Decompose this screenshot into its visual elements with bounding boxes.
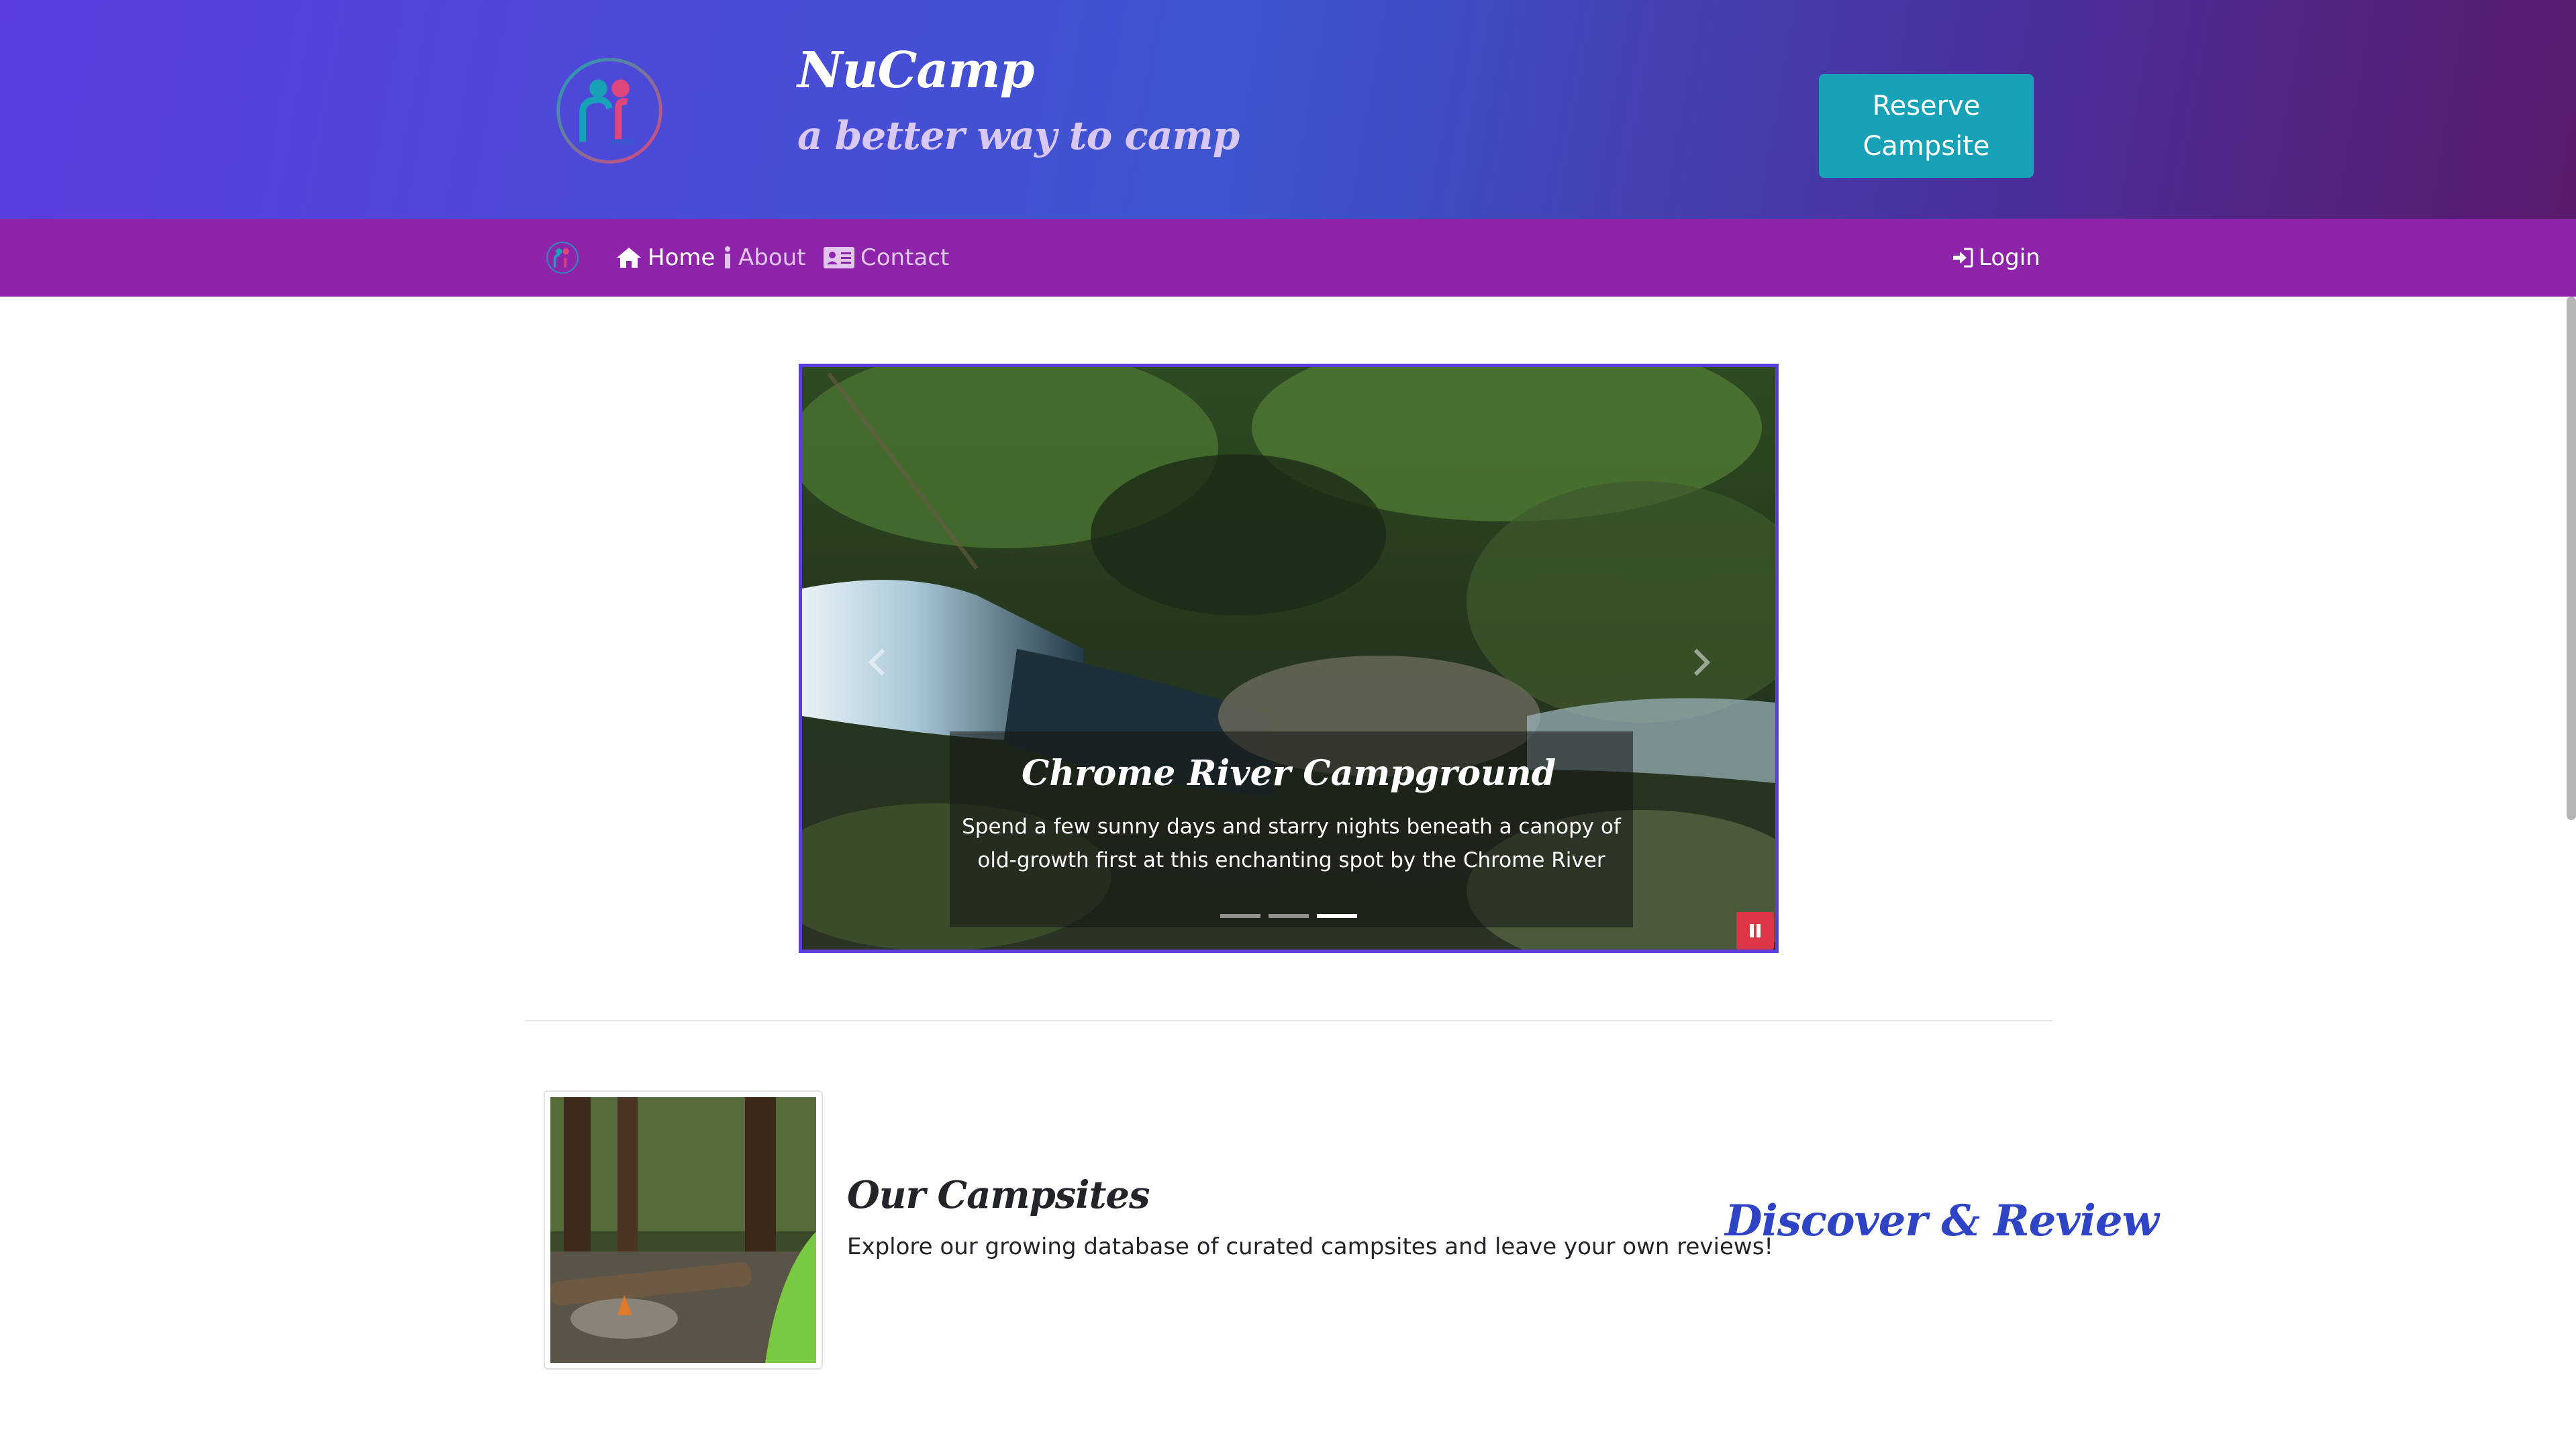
home-icon bbox=[617, 248, 641, 268]
jumbotron-header: NuCamp a better way to camp Reserve Camp… bbox=[0, 0, 2576, 219]
info-icon bbox=[725, 246, 730, 268]
nucamp-logo-icon bbox=[556, 58, 662, 164]
login-link[interactable]: Login bbox=[1952, 236, 2040, 279]
brand-subtitle: a better way to camp bbox=[797, 113, 1240, 158]
nav-item-about[interactable]: About bbox=[722, 236, 806, 279]
carousel-indicator[interactable] bbox=[1220, 914, 1260, 918]
nav-item-home[interactable]: Home bbox=[615, 236, 715, 279]
login-label: Login bbox=[1979, 244, 2040, 271]
reserve-campsite-button[interactable]: Reserve Campsite bbox=[1819, 74, 2034, 178]
campsites-thumbnail bbox=[544, 1090, 823, 1370]
campsites-title: Our Campsites bbox=[847, 1173, 1150, 1217]
nav-item-label: About bbox=[738, 244, 806, 271]
chevron-right-icon bbox=[1693, 648, 1711, 676]
carousel-prev-button[interactable] bbox=[857, 642, 897, 682]
carousel-indicators bbox=[802, 914, 1775, 918]
carousel-caption-text: Spend a few sunny days and starry nights… bbox=[962, 815, 1621, 872]
brand-title: NuCamp bbox=[797, 42, 1034, 99]
campsite-image bbox=[550, 1097, 816, 1363]
discover-review-link[interactable]: Discover & Review bbox=[1725, 1196, 2159, 1246]
address-card-icon bbox=[824, 247, 854, 268]
section-divider bbox=[525, 1020, 2052, 1021]
nav-item-label: Contact bbox=[860, 244, 950, 271]
pause-icon bbox=[1750, 924, 1761, 937]
carousel-indicator[interactable] bbox=[1269, 914, 1309, 918]
chevron-left-icon bbox=[868, 648, 885, 676]
carousel-next-button[interactable] bbox=[1681, 642, 1722, 682]
campsite-carousel[interactable]: Chrome River Campground Spend a few sunn… bbox=[799, 364, 1779, 953]
carousel-caption-title: Chrome River Campground bbox=[1021, 753, 1556, 794]
carousel-indicator-active[interactable] bbox=[1317, 914, 1357, 918]
sign-in-icon bbox=[1953, 248, 1973, 268]
nav-item-contact[interactable]: Contact bbox=[823, 236, 949, 279]
carousel-pause-button[interactable] bbox=[1736, 912, 1774, 950]
nav-item-label: Home bbox=[648, 244, 715, 271]
page-scrollbar[interactable] bbox=[2567, 297, 2576, 820]
navbar-logo-icon[interactable] bbox=[545, 240, 580, 275]
navbar bbox=[0, 219, 2576, 297]
campsites-description: Explore our growing database of curated … bbox=[847, 1233, 1774, 1260]
